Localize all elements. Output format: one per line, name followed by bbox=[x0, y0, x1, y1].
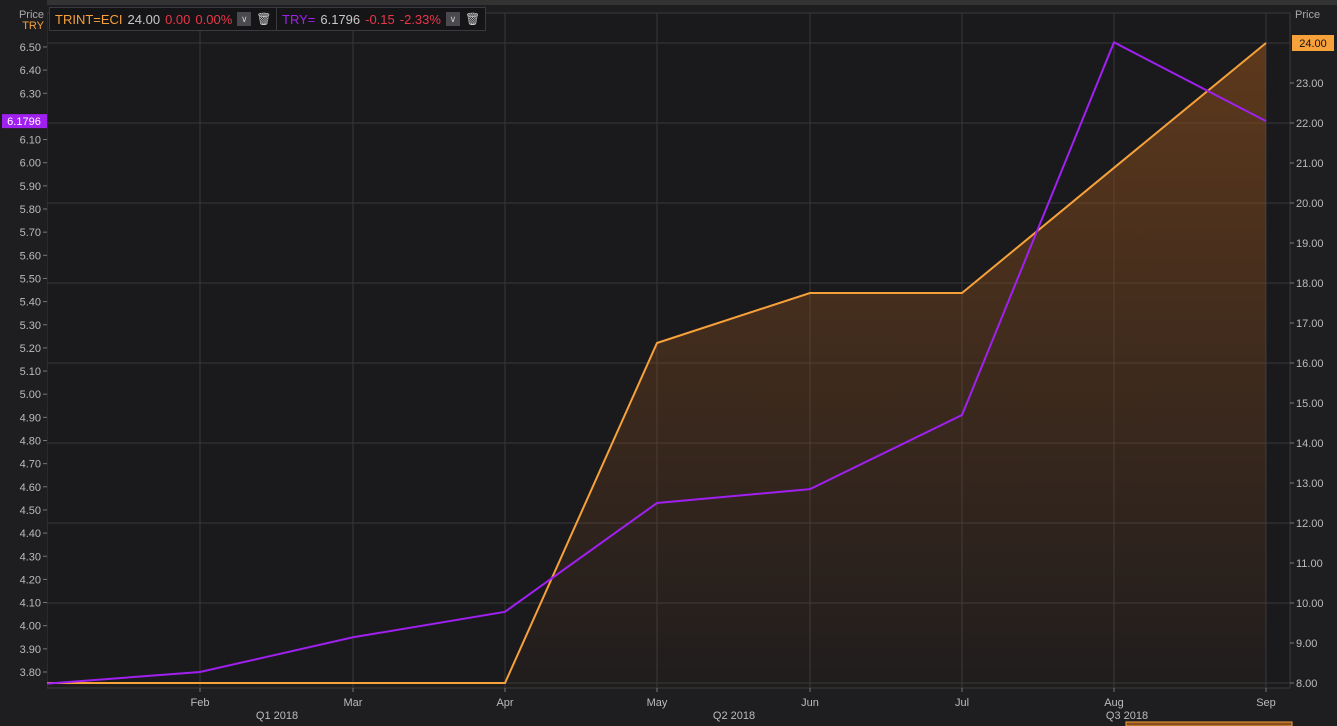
left-tick-label: 6.00 bbox=[20, 158, 41, 170]
right-tick-label: 19.00 bbox=[1296, 238, 1324, 250]
right-tick-label: 12.00 bbox=[1296, 518, 1324, 530]
left-tick-label: 4.30 bbox=[20, 551, 41, 563]
x-tick-label: Mar bbox=[344, 697, 363, 709]
x-tick-label: Feb bbox=[191, 697, 210, 709]
left-axis-subtitle: TRY bbox=[22, 20, 44, 32]
left-tick-label: 6.40 bbox=[20, 65, 41, 77]
x-tick-label: Sep bbox=[1256, 697, 1276, 709]
left-tick-label: 3.80 bbox=[20, 667, 41, 679]
right-tick-label: 18.00 bbox=[1296, 278, 1324, 290]
left-tick-label: 5.90 bbox=[20, 181, 41, 193]
legend-try: TRY= 6.1796 -0.15 -2.33% ∨ 🗑 bbox=[276, 7, 487, 31]
trint-current-label: 24.00 bbox=[1299, 38, 1327, 50]
left-tick-label: 4.90 bbox=[20, 412, 41, 424]
legend-ric: TRY= bbox=[282, 11, 316, 27]
x-tick-label: Jul bbox=[955, 697, 969, 709]
right-tick-label: 14.00 bbox=[1296, 438, 1324, 450]
left-tick-label: 5.00 bbox=[20, 389, 41, 401]
quarter-label: Q1 2018 bbox=[256, 710, 298, 722]
left-tick-label: 6.10 bbox=[20, 135, 41, 147]
right-tick-label: 13.00 bbox=[1296, 478, 1324, 490]
range-navigator bbox=[1125, 721, 1293, 726]
price-chart: 3.80 3.90 4.00 4.10 4.20 4.30 4.40 4.50 4.60 4.70… bbox=[0, 0, 1334, 726]
left-tick-label: 5.20 bbox=[20, 343, 41, 355]
left-tick-label: 5.10 bbox=[20, 366, 41, 378]
right-tick-label: 11.00 bbox=[1296, 558, 1323, 570]
chevron-down-icon[interactable]: ∨ bbox=[237, 12, 252, 26]
left-tick-label: 5.50 bbox=[20, 273, 41, 285]
legend-pct: -2.33% bbox=[399, 11, 441, 27]
left-axis-bg bbox=[0, 0, 47, 726]
left-tick-label: 4.20 bbox=[20, 574, 41, 586]
legend-trint: TRINT=ECI 24.00 0.00 0.00% ∨ 🗑 bbox=[49, 7, 278, 31]
left-tick-label: 5.70 bbox=[20, 227, 41, 239]
x-tick-label: Jun bbox=[801, 697, 819, 709]
legend-last: 6.1796 bbox=[320, 11, 361, 27]
left-tick-label: 5.40 bbox=[20, 297, 41, 309]
x-tick-label: May bbox=[647, 697, 668, 709]
x-tick-label: Aug bbox=[1104, 697, 1124, 709]
left-tick-label: 4.00 bbox=[20, 621, 41, 633]
try-current-label: 6.1796 bbox=[7, 116, 41, 128]
left-tick-label: 5.30 bbox=[20, 320, 41, 332]
legend-chg: 0.00 bbox=[165, 11, 191, 27]
left-tick-label: 4.70 bbox=[20, 459, 41, 471]
left-tick-label: 4.50 bbox=[20, 505, 41, 517]
trash-icon[interactable]: 🗑 bbox=[465, 12, 480, 26]
left-tick-label: 4.60 bbox=[20, 482, 41, 494]
left-tick-label: 4.10 bbox=[20, 598, 41, 610]
legend-ric: TRINT=ECI bbox=[55, 11, 123, 27]
left-tick-label: 5.60 bbox=[20, 250, 41, 262]
legend-last: 24.00 bbox=[127, 11, 161, 27]
legend-pct: 0.00% bbox=[195, 11, 233, 27]
left-tick-label: 4.40 bbox=[20, 528, 41, 540]
right-axis-title: Price bbox=[1295, 9, 1320, 21]
left-tick-label: 3.90 bbox=[20, 644, 41, 656]
legend-chg: -0.15 bbox=[365, 11, 395, 27]
right-tick-label: 16.00 bbox=[1296, 358, 1324, 370]
right-tick-label: 8.00 bbox=[1296, 678, 1317, 690]
right-tick-label: 22.00 bbox=[1296, 118, 1324, 130]
right-tick-label: 10.00 bbox=[1296, 598, 1324, 610]
right-tick-label: 21.00 bbox=[1296, 158, 1324, 170]
right-tick-label: 15.00 bbox=[1296, 398, 1324, 410]
right-tick-label: 9.00 bbox=[1296, 638, 1317, 650]
left-tick-label: 6.30 bbox=[20, 88, 41, 100]
left-tick-label: 6.50 bbox=[20, 42, 41, 54]
trash-icon[interactable]: 🗑 bbox=[256, 12, 271, 26]
right-tick-label: 20.00 bbox=[1296, 198, 1324, 210]
left-tick-label: 4.80 bbox=[20, 436, 41, 448]
right-tick-label: 23.00 bbox=[1296, 78, 1324, 90]
right-tick-label: 17.00 bbox=[1296, 318, 1324, 330]
x-tick-label: Apr bbox=[496, 697, 513, 709]
quarter-label: Q3 2018 bbox=[1106, 710, 1148, 722]
quarter-label: Q2 2018 bbox=[713, 710, 755, 722]
left-tick-label: 5.80 bbox=[20, 204, 41, 216]
chevron-down-icon[interactable]: ∨ bbox=[445, 12, 460, 26]
